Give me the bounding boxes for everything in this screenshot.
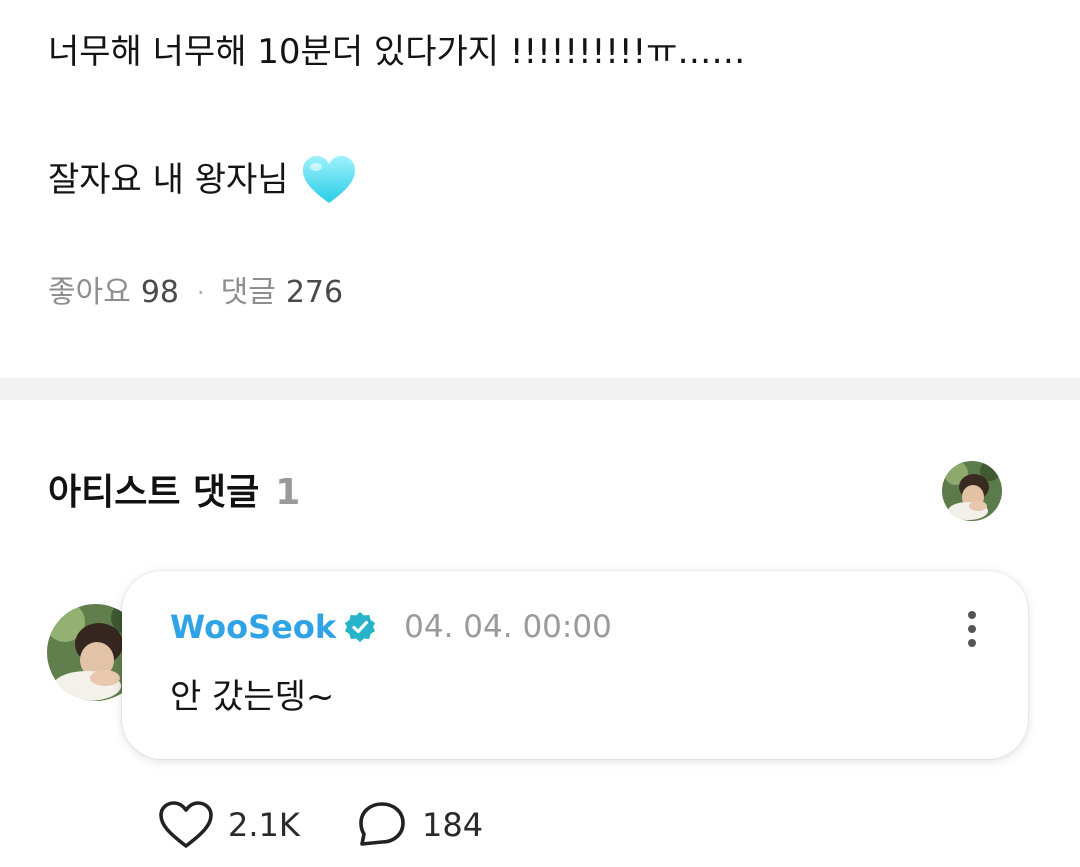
artist-comment-card: WooSeok 04. 04. 00:00 안 갔는뎅~ bbox=[122, 571, 1028, 759]
artist-comments-count: 1 bbox=[275, 472, 301, 513]
artist-comments-title: 아티스트 댓글 bbox=[48, 472, 260, 513]
comment-author-name[interactable]: WooSeok bbox=[170, 607, 336, 647]
light-blue-heart-icon bbox=[301, 154, 357, 206]
artist-comments-header: 아티스트 댓글 1 bbox=[48, 470, 300, 516]
reply-button[interactable]: 184 bbox=[356, 800, 483, 850]
speech-bubble-icon bbox=[359, 802, 405, 846]
verified-badge-icon bbox=[344, 611, 376, 643]
stats-separator: · bbox=[197, 279, 205, 307]
reply-count: 184 bbox=[422, 806, 484, 844]
post-text-line-2-text: 잘자요 내 왕자님 bbox=[48, 160, 289, 200]
heart-outline-icon bbox=[159, 801, 213, 848]
likes-count: 98 bbox=[140, 275, 179, 310]
like-button[interactable]: 2.1K bbox=[158, 800, 300, 850]
comment-text: 안 갔는뎅~ bbox=[170, 677, 335, 717]
likes-label[interactable]: 좋아요 bbox=[48, 274, 131, 312]
comment-timestamp: 04. 04. 00:00 bbox=[404, 609, 612, 645]
post-text-line-2: 잘자요 내 왕자님 bbox=[48, 154, 357, 206]
page: 너무해 너무해 10분더 있다가지 !!!!!!!!!!ㅠ…… 잘자요 내 왕자… bbox=[0, 0, 1080, 867]
more-vertical-icon[interactable] bbox=[966, 609, 978, 649]
comment-header: WooSeok 04. 04. 00:00 bbox=[170, 607, 612, 647]
post-stats: 좋아요 98 · 댓글 276 bbox=[48, 274, 343, 312]
comments-label[interactable]: 댓글 bbox=[221, 274, 276, 312]
comments-count: 276 bbox=[285, 275, 344, 310]
section-divider bbox=[0, 378, 1080, 400]
like-count: 2.1K bbox=[228, 806, 300, 844]
post-text-line-1: 너무해 너무해 10분더 있다가지 !!!!!!!!!!ㅠ…… bbox=[48, 32, 746, 72]
artist-avatar-small[interactable] bbox=[942, 461, 1002, 521]
